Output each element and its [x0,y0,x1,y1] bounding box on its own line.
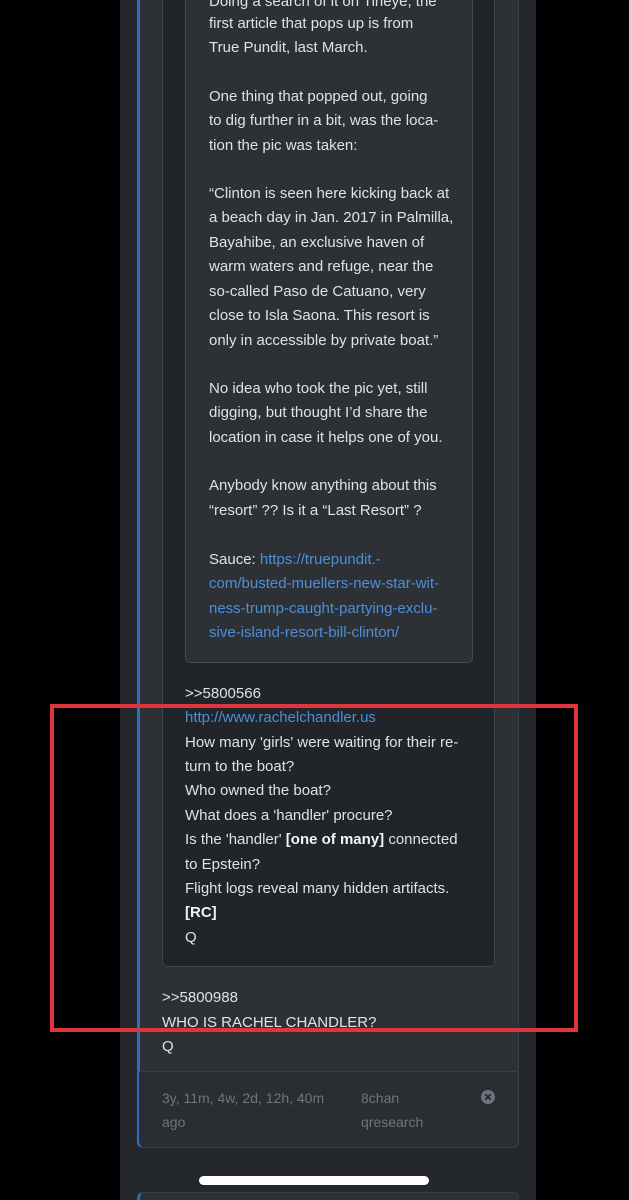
home-indicator[interactable] [199,1176,429,1185]
board-name[interactable]: qresearch [361,1110,423,1135]
anon-post-line: tion the pic was taken: [209,137,358,154]
sauce-link[interactable]: https://truepundit.- [260,551,381,568]
post-age: 3y, 11m, 4w, 2d, 12h, 40m [162,1090,325,1106]
screen: Doing a search of it on Tineye, the firs… [0,0,629,1200]
anon-post-line: True Pundit, last March. [209,39,368,56]
anon-post-line: to dig further in a bit, was the loca- [209,112,439,129]
outer-signature: Q [162,1038,174,1055]
anon-post-line: a beach day in Jan. 2017 in Palmilla, [209,209,454,226]
anon-post-line: One thing that popped out, going [209,88,428,105]
next-post-card [137,1192,519,1200]
anon-post-line: No idea who took the pic yet, still [209,380,428,397]
sauce-link[interactable]: ness-trump-caught-partying-exclu- [209,597,437,622]
anon-post-line: warm waters and refuge, near the [209,258,434,275]
anon-post-line: “resort” ?? Is it a “Last Resort” ? [209,502,422,519]
anon-post-line: only in accessible by private boat.” [209,332,439,349]
sauce-label: Sauce: [209,551,256,568]
anon-post-line: Anybody know anything about this [209,477,437,494]
sauce-line: Sauce: https://truepundit.- [209,548,381,573]
anon-post-line: digging, but thought I’d share the [209,404,428,421]
highlight-annotation-box [50,704,578,1032]
post-reference[interactable]: >>5800566 [185,682,261,707]
sauce-link[interactable]: com/busted-muellers-new-star-wit- [209,572,439,597]
anon-post-line: location in case it helps one of you. [209,429,443,446]
sauce-link[interactable]: sive-island-resort-bill-clinton/ [209,621,399,646]
anon-post-line: close to Isla Saona. This resort is [209,307,430,324]
anon-post-line: “Clinton is seen here kicking back at [209,185,450,202]
anon-post-line: so-called Paso de Catuano, very [209,283,426,300]
post-age: ago [162,1114,186,1130]
close-circle-icon[interactable] [481,1090,495,1104]
anon-post-line: first article that pops up is from [209,15,414,32]
board-name[interactable]: 8chan [361,1086,399,1111]
anon-post-line: Bayahibe, an exclusive haven of [209,234,425,251]
